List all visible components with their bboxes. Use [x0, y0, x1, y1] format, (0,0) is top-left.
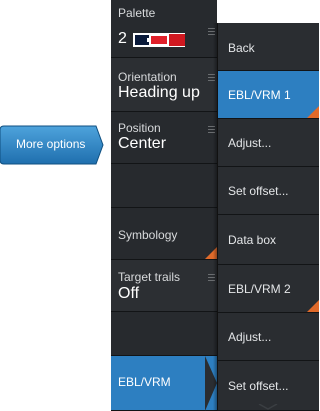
palette-value: 2	[118, 30, 127, 47]
menu-item-ebl-vrm[interactable]: EBL/VRM	[111, 356, 217, 411]
submenu-set-offset-1[interactable]: Set offset...	[218, 167, 319, 215]
menu-item-target-trails[interactable]: Target trails Off	[111, 260, 217, 312]
submenu-ebl-vrm-1-label: EBL/VRM 1	[228, 88, 291, 102]
menu-item-position[interactable]: Position Center	[111, 112, 217, 164]
palette-label: Palette	[118, 6, 156, 20]
orientation-value: Heading up	[118, 84, 200, 101]
palette-swatch-icon	[133, 33, 185, 47]
submenu-adjust-1[interactable]: Adjust...	[218, 119, 319, 167]
position-label: Position	[118, 121, 161, 135]
more-options-label: More options	[16, 137, 86, 151]
submenu-indicator-icon	[307, 300, 319, 312]
submenu-adjust-1-label: Adjust...	[228, 136, 272, 150]
menu-item-blank-1	[111, 164, 217, 208]
submenu-ebl-vrm-2-label: EBL/VRM 2	[228, 282, 291, 296]
orientation-label: Orientation	[118, 70, 177, 84]
menu-item-blank-2	[111, 312, 217, 356]
ebl-vrm-label: EBL/VRM	[118, 375, 171, 389]
submenu-set-offset-2-label: Set offset...	[228, 379, 289, 393]
submenu-indicator-icon	[307, 106, 319, 118]
target-trails-label: Target trails	[118, 270, 181, 284]
submenu-back-label: Back	[228, 41, 255, 55]
submenu-ebl-vrm-2[interactable]: EBL/VRM 2	[218, 265, 319, 313]
submenu-adjust-2[interactable]: Adjust...	[218, 313, 319, 361]
submenu-back[interactable]: Back	[218, 23, 319, 71]
menu-item-orientation[interactable]: Orientation Heading up	[111, 58, 217, 112]
submenu-data-box[interactable]: Data box	[218, 215, 319, 265]
submenu-ebl-vrm-1[interactable]: EBL/VRM 1	[218, 71, 319, 119]
symbology-label: Symbology	[118, 228, 178, 242]
menu-item-symbology[interactable]: Symbology	[111, 208, 217, 260]
menu-item-palette[interactable]: Palette 2	[111, 0, 217, 58]
more-options-button[interactable]: More options	[0, 124, 104, 166]
target-trails-value: Off	[118, 285, 140, 302]
submenu-data-box-label: Data box	[228, 233, 277, 247]
submenu-adjust-2-label: Adjust...	[228, 330, 272, 344]
submenu-set-offset-1-label: Set offset...	[228, 184, 289, 198]
scroll-down-chevron-icon[interactable]	[258, 404, 278, 410]
position-value: Center	[118, 135, 167, 152]
options-panel: Palette 2 Orientation Heading up Positio…	[111, 0, 217, 411]
ebl-vrm-submenu: Back EBL/VRM 1 Adjust... Set offset... D…	[217, 23, 319, 411]
